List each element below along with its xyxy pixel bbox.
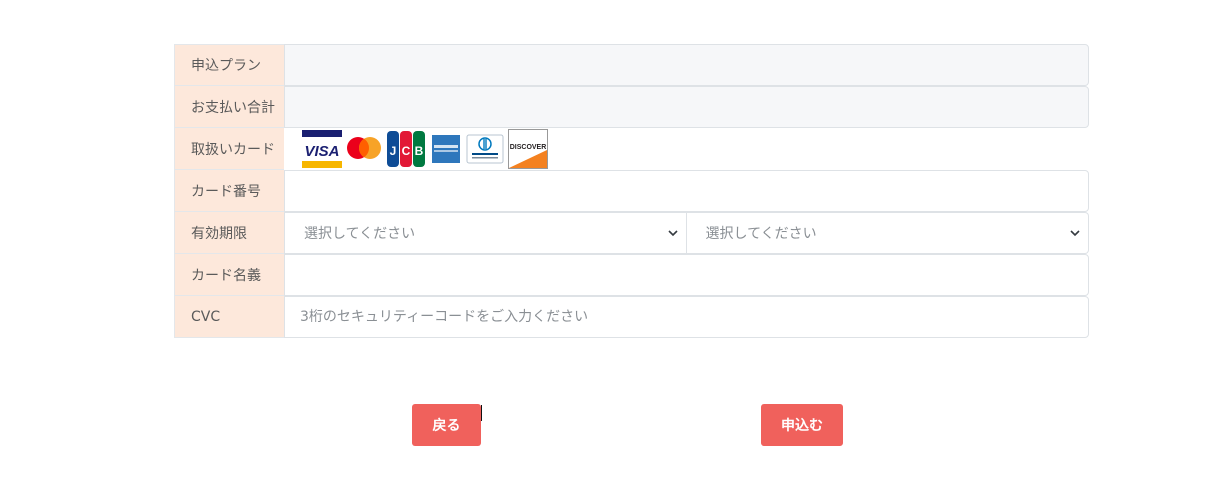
cvc-input[interactable] [285, 297, 1088, 337]
row-card-number: カード番号 [174, 170, 1089, 212]
expiry-month-select[interactable]: 選択してください [284, 212, 687, 254]
payment-form: 申込プラン お支払い合計 取扱いカード VISA J C B DISCOVER … [174, 44, 1089, 338]
card-name-input[interactable] [285, 255, 1088, 295]
row-cards: 取扱いカード VISA J C B DISCOVER [174, 128, 1089, 170]
svg-text:VISA: VISA [304, 143, 339, 160]
back-button[interactable]: 戻る [412, 404, 481, 446]
expiry-label: 有効期限 [174, 212, 284, 254]
cvc-label: CVC [174, 296, 284, 338]
chevron-down-icon [667, 228, 678, 238]
discover-logo: DISCOVER [508, 129, 548, 169]
expiry-month-value: 選択してください [304, 226, 416, 242]
cvc-field [284, 296, 1089, 338]
mastercard-logo [346, 129, 382, 169]
row-card-name: カード名義 [174, 254, 1089, 296]
card-number-field [284, 170, 1089, 212]
svg-text:C: C [402, 144, 411, 158]
diners-club-logo [466, 129, 504, 169]
total-label: お支払い合計 [174, 86, 284, 128]
visa-logo: VISA [302, 129, 342, 169]
jcb-logo: J C B [386, 129, 426, 169]
total-field [284, 86, 1089, 128]
card-name-field [284, 254, 1089, 296]
row-total: お支払い合計 [174, 86, 1089, 128]
svg-text:DISCOVER: DISCOVER [510, 144, 547, 151]
submit-button[interactable]: 申込む [761, 404, 843, 446]
expiry-year-value: 選択してください [705, 226, 817, 242]
plan-input [285, 45, 1088, 85]
chevron-down-icon [1070, 228, 1080, 238]
text-cursor [481, 405, 482, 421]
expiry-selects: 選択してください 選択してください [284, 212, 1089, 254]
expiry-year-select[interactable]: 選択してください [686, 212, 1089, 254]
svg-text:J: J [390, 144, 397, 158]
cards-label: 取扱いカード [174, 128, 284, 170]
row-cvc: CVC [174, 296, 1089, 338]
row-expiry: 有効期限 選択してください 選択してください [174, 212, 1089, 254]
row-plan: 申込プラン [174, 44, 1089, 86]
card-name-label: カード名義 [174, 254, 284, 296]
plan-label: 申込プラン [174, 44, 284, 86]
card-number-label: カード番号 [174, 170, 284, 212]
total-input [285, 87, 1088, 127]
card-brand-logos: VISA J C B DISCOVER [284, 128, 1089, 170]
card-number-input[interactable] [285, 171, 1088, 211]
amex-logo [430, 129, 462, 169]
plan-field [284, 44, 1089, 86]
svg-text:B: B [415, 144, 424, 158]
